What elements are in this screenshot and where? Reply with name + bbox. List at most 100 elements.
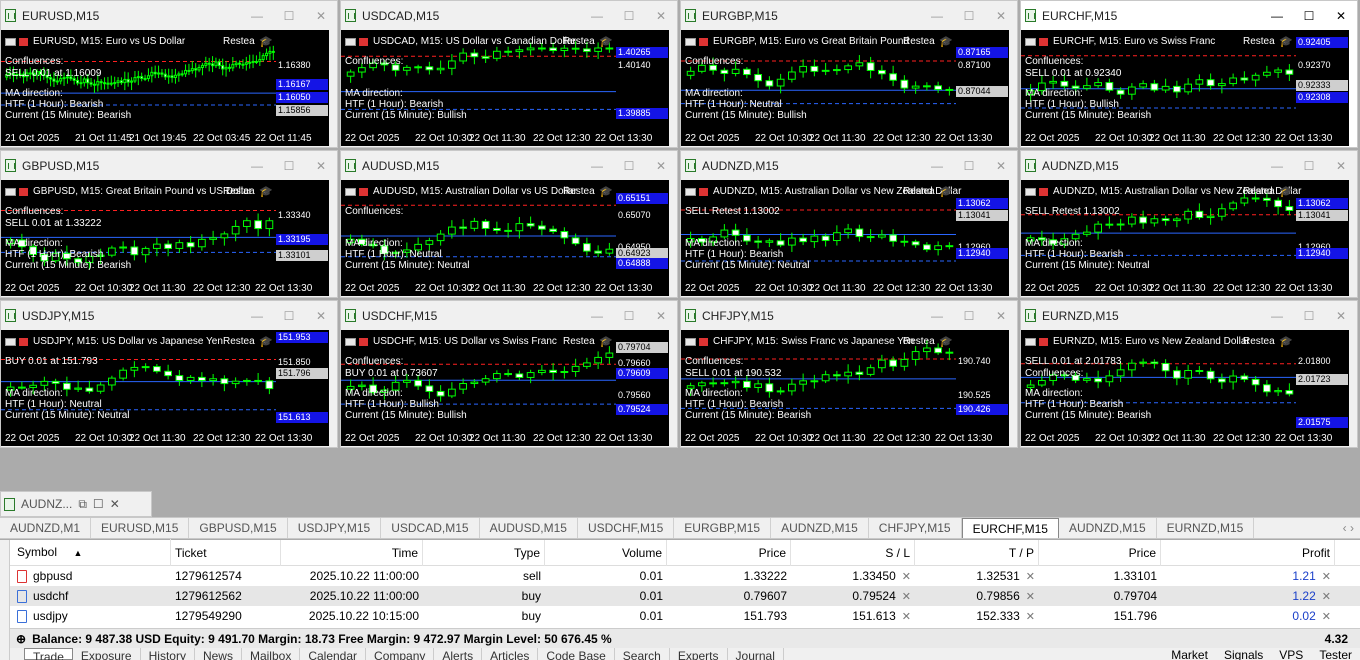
column-header[interactable]: Price xyxy=(1039,539,1161,566)
expert-cap-icon[interactable]: 🎓 xyxy=(599,35,613,48)
chart-window[interactable]: AUDNZD,M15 — ☐ ✕ AUDNZD, M15: Australian Dol… xyxy=(1020,150,1358,298)
expert-cap-icon[interactable]: 🎓 xyxy=(259,35,273,48)
minimize-icon[interactable]: — xyxy=(921,10,953,22)
table-row[interactable]: gbpusd 1279612574 2025.10.22 11:00:00 sell 0… xyxy=(1,566,1360,586)
table-row[interactable]: usdchf 1279612562 2025.10.22 11:00:00 buy 0.… xyxy=(1,586,1360,606)
minimize-icon[interactable]: — xyxy=(921,310,953,322)
expert-cap-icon[interactable]: 🎓 xyxy=(939,35,953,48)
chart-title-bar[interactable]: EURGBP,M15 — ☐ ✕ xyxy=(681,1,1017,30)
chart-title-bar[interactable]: EURUSD,M15 — ☐ ✕ xyxy=(1,1,337,30)
close-icon[interactable]: ✕ xyxy=(305,160,337,172)
expert-cap-icon[interactable]: 🎓 xyxy=(1279,35,1293,48)
close-position-icon[interactable]: ✕ xyxy=(1322,611,1331,623)
chart-canvas[interactable]: AUDNZD, M15: Australian Dollar vs New Ze… xyxy=(1021,180,1349,296)
close-icon[interactable]: ✕ xyxy=(1325,160,1357,172)
maximize-icon[interactable]: ☐ xyxy=(953,10,985,22)
close-icon[interactable]: ✕ xyxy=(645,10,677,22)
chart-title-bar[interactable]: USDCAD,M15 — ☐ ✕ xyxy=(341,1,677,30)
chart-title-bar[interactable]: AUDNZD,M15 — ☐ ✕ xyxy=(1021,151,1357,180)
maximize-icon[interactable]: ☐ xyxy=(613,160,645,172)
column-header[interactable]: Ticket xyxy=(171,539,281,566)
chart-window[interactable]: USDCAD,M15 — ☐ ✕ USDCAD, M15: US Dollar vs C… xyxy=(340,0,678,148)
maximize-icon[interactable]: ☐ xyxy=(273,10,305,22)
close-icon[interactable]: ✕ xyxy=(1325,310,1357,322)
chart-title-bar[interactable]: AUDNZD,M15 — ☐ ✕ xyxy=(681,151,1017,180)
expert-cap-icon[interactable]: 🎓 xyxy=(599,185,613,198)
expand-icon[interactable]: ⊕ xyxy=(16,632,26,646)
expert-cap-icon[interactable]: 🎓 xyxy=(939,335,953,348)
expert-cap-icon[interactable]: 🎓 xyxy=(1279,335,1293,348)
minimize-icon[interactable]: — xyxy=(921,160,953,172)
chart-window[interactable]: AUDUSD,M15 — ☐ ✕ AUDUSD, M15: Australian Dol… xyxy=(340,150,678,298)
expert-cap-icon[interactable]: 🎓 xyxy=(1279,185,1293,198)
chart-window[interactable]: USDCHF,M15 — ☐ ✕ USDCHF, M15: US Dollar vs S… xyxy=(340,300,678,448)
chart-canvas[interactable]: USDCAD, M15: US Dollar vs Canadian Dolla… xyxy=(341,30,669,146)
chart-window[interactable]: EURCHF,M15 — ☐ ✕ EURCHF, M15: Euro vs Swiss … xyxy=(1020,0,1358,148)
minimize-icon[interactable]: — xyxy=(1261,310,1293,322)
chart-title-bar[interactable]: GBPUSD,M15 — ☐ ✕ xyxy=(1,151,337,180)
chart-window[interactable]: EURGBP,M15 — ☐ ✕ EURGBP, M15: Euro vs Great … xyxy=(680,0,1018,148)
close-icon[interactable]: ✕ xyxy=(985,310,1017,322)
chart-tab[interactable]: USDCAD,M15 xyxy=(381,518,480,538)
chart-canvas[interactable]: GBPUSD, M15: Great Britain Pound vs US D… xyxy=(1,180,329,296)
remove-level-icon[interactable]: ✕ xyxy=(902,611,911,623)
chart-tab[interactable]: AUDNZD,M1 xyxy=(0,518,92,538)
minimize-icon[interactable]: — xyxy=(1261,160,1293,172)
toolbox-tab[interactable]: Company xyxy=(366,648,435,660)
close-icon[interactable]: ✕ xyxy=(305,10,337,22)
maximize-icon[interactable]: ☐ xyxy=(953,310,985,322)
chart-title-bar[interactable]: USDCHF,M15 — ☐ ✕ xyxy=(341,301,677,330)
minimized-chart-window[interactable]: AUDNZ... ⧉ ☐ ✕ xyxy=(0,491,152,517)
chart-title-bar[interactable]: USDJPY,M15 — ☐ ✕ xyxy=(1,301,337,330)
toolbox-right-tab[interactable]: Signals xyxy=(1224,648,1263,660)
maximize-icon[interactable]: ☐ xyxy=(273,310,305,322)
minimize-icon[interactable]: — xyxy=(241,10,273,22)
column-header[interactable]: Type xyxy=(423,539,545,566)
chart-tab[interactable]: EURGBP,M15 xyxy=(674,518,772,538)
chart-canvas[interactable]: EURCHF, M15: Euro vs Swiss Franc Restea 🎓 C… xyxy=(1021,30,1349,146)
expert-cap-icon[interactable]: 🎓 xyxy=(599,335,613,348)
maximize-icon[interactable]: ☐ xyxy=(1293,10,1325,22)
close-icon[interactable]: ✕ xyxy=(110,497,120,511)
column-header[interactable]: Price xyxy=(667,539,791,566)
column-header[interactable]: Time xyxy=(281,539,423,566)
expert-cap-icon[interactable]: 🎓 xyxy=(259,185,273,198)
close-position-icon[interactable]: ✕ xyxy=(1322,571,1331,583)
chart-tab[interactable]: CHFJPY,M15 xyxy=(869,518,962,538)
chart-window[interactable]: AUDNZD,M15 — ☐ ✕ AUDNZD, M15: Australian Dol… xyxy=(680,150,1018,298)
close-icon[interactable]: ✕ xyxy=(985,10,1017,22)
toolbox-tab[interactable]: Experts xyxy=(670,648,728,660)
minimize-icon[interactable]: — xyxy=(241,310,273,322)
toolbox-tab[interactable]: Search xyxy=(615,648,670,660)
maximize-icon[interactable]: ☐ xyxy=(953,160,985,172)
expert-cap-icon[interactable]: 🎓 xyxy=(939,185,953,198)
close-icon[interactable]: ✕ xyxy=(645,310,677,322)
maximize-icon[interactable]: ☐ xyxy=(1293,310,1325,322)
maximize-icon[interactable]: ☐ xyxy=(613,310,645,322)
chart-title-bar[interactable]: EURCHF,M15 — ☐ ✕ xyxy=(1021,1,1357,30)
maximize-icon[interactable]: ☐ xyxy=(273,160,305,172)
chart-canvas[interactable]: AUDNZD, M15: Australian Dollar vs New Ze… xyxy=(681,180,1009,296)
column-header[interactable]: Volume xyxy=(545,539,667,566)
chart-canvas[interactable]: CHFJPY, M15: Swiss Franc vs Japanese Yen… xyxy=(681,330,1009,446)
chart-title-bar[interactable]: CHFJPY,M15 — ☐ ✕ xyxy=(681,301,1017,330)
column-header[interactable]: Profit xyxy=(1161,539,1335,566)
close-icon[interactable]: ✕ xyxy=(1325,10,1357,22)
chart-tab[interactable]: GBPUSD,M15 xyxy=(189,518,288,538)
chart-canvas[interactable]: EURNZD, M15: Euro vs New Zealand Dollar R… xyxy=(1021,330,1349,446)
minimize-icon[interactable]: — xyxy=(1261,10,1293,22)
chart-tab[interactable]: AUDNZD,M15 xyxy=(771,518,869,538)
column-header[interactable]: T / P xyxy=(915,539,1039,566)
toolbox-right-tab[interactable]: VPS xyxy=(1279,648,1303,660)
toolbox-tab[interactable]: Articles xyxy=(482,648,539,660)
chart-tab[interactable]: USDCHF,M15 xyxy=(578,518,675,538)
close-icon[interactable]: ✕ xyxy=(305,310,337,322)
maximize-icon[interactable]: ☐ xyxy=(1293,160,1325,172)
toolbox-right-tab[interactable]: Market xyxy=(1171,648,1208,660)
chart-canvas[interactable]: EURUSD, M15: Euro vs US Dollar Restea 🎓 Con… xyxy=(1,30,329,146)
chart-window[interactable]: USDJPY,M15 — ☐ ✕ USDJPY, M15: US Dollar vs J… xyxy=(0,300,338,448)
chart-tab[interactable]: USDJPY,M15 xyxy=(288,518,382,538)
toolbox-tab[interactable]: Code Base xyxy=(538,648,615,660)
column-header[interactable]: S / L xyxy=(791,539,915,566)
toolbox-tab[interactable]: Mailbox xyxy=(242,648,301,660)
